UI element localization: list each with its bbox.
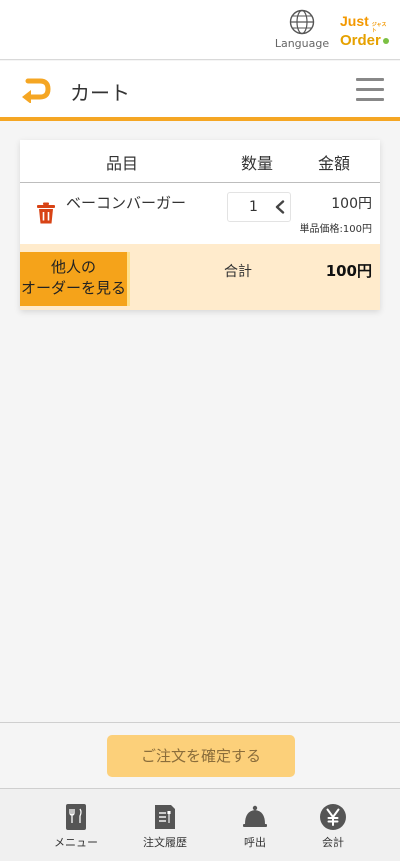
back-arrow-icon (22, 78, 51, 104)
order-history-icon (155, 805, 175, 829)
menu-bar-icon (356, 88, 384, 91)
others-button-line2: オーダーを見る (20, 279, 126, 297)
total-value: 100円 (325, 262, 372, 280)
bottom-tab-bar: メニュー 注文履歴 呼出 会計 (0, 788, 400, 861)
menu-bar-icon (356, 98, 384, 101)
menu-bar-icon (356, 78, 384, 81)
tab-menu[interactable]: メニュー (46, 803, 106, 850)
back-button[interactable] (18, 77, 52, 104)
bell-icon (243, 805, 267, 827)
column-quantity: 数量 (241, 154, 274, 173)
confirm-order-button[interactable]: ご注文を確定する (107, 735, 295, 777)
just-order-logo: Just ジャスト Order (340, 14, 390, 48)
tab-order-history[interactable]: 注文履歴 (135, 803, 195, 850)
item-price: 100円 (331, 196, 372, 212)
globe-icon (289, 9, 315, 35)
tab-order-history-label: 注文履歴 (143, 836, 187, 849)
tab-bill[interactable]: 会計 (303, 803, 363, 850)
tab-call-label: 呼出 (244, 836, 266, 849)
cart-card: 品目 数量 金額 ベーコンバーガー 1 100円 単品価格:100円 他人の オ… (20, 140, 380, 310)
column-item: 品目 (106, 154, 139, 173)
top-bar: Language Just ジャスト Order (0, 0, 400, 60)
language-label: Language (274, 37, 330, 50)
view-others-orders-button[interactable]: 他人の オーダーを見る (20, 252, 130, 306)
tab-bill-label: 会計 (322, 836, 344, 849)
others-button-line1: 他人の (50, 258, 96, 276)
language-button[interactable]: Language (272, 9, 332, 53)
item-name: ベーコンバーガー (66, 194, 187, 212)
cart-item-row: ベーコンバーガー 1 100円 単品価格:100円 (20, 184, 380, 244)
hamburger-menu-button[interactable] (356, 78, 384, 102)
chevron-left-icon (275, 200, 285, 214)
header: カート (0, 61, 400, 121)
column-price: 金額 (318, 154, 351, 173)
tab-call-staff[interactable]: 呼出 (225, 803, 285, 850)
total-label: 合計 (224, 264, 252, 280)
logo-order: Order (340, 32, 381, 49)
quantity-selector[interactable]: 1 (227, 192, 291, 222)
logo-dot-icon (382, 38, 389, 44)
quantity-value: 1 (249, 199, 258, 215)
cart-table-header: 品目 数量 金額 (20, 140, 380, 183)
total-row: 他人の オーダーを見る 合計 100円 (20, 244, 380, 310)
delete-item-button[interactable] (36, 202, 56, 224)
menu-book-icon (66, 804, 86, 830)
page-title: カート (70, 81, 130, 105)
logo-just: Just (340, 13, 369, 29)
tab-menu-label: メニュー (54, 836, 98, 849)
trash-icon (37, 202, 55, 224)
unit-price: 単品価格:100円 (299, 224, 372, 235)
footer-divider (0, 722, 400, 723)
yen-coin-icon (320, 804, 346, 830)
